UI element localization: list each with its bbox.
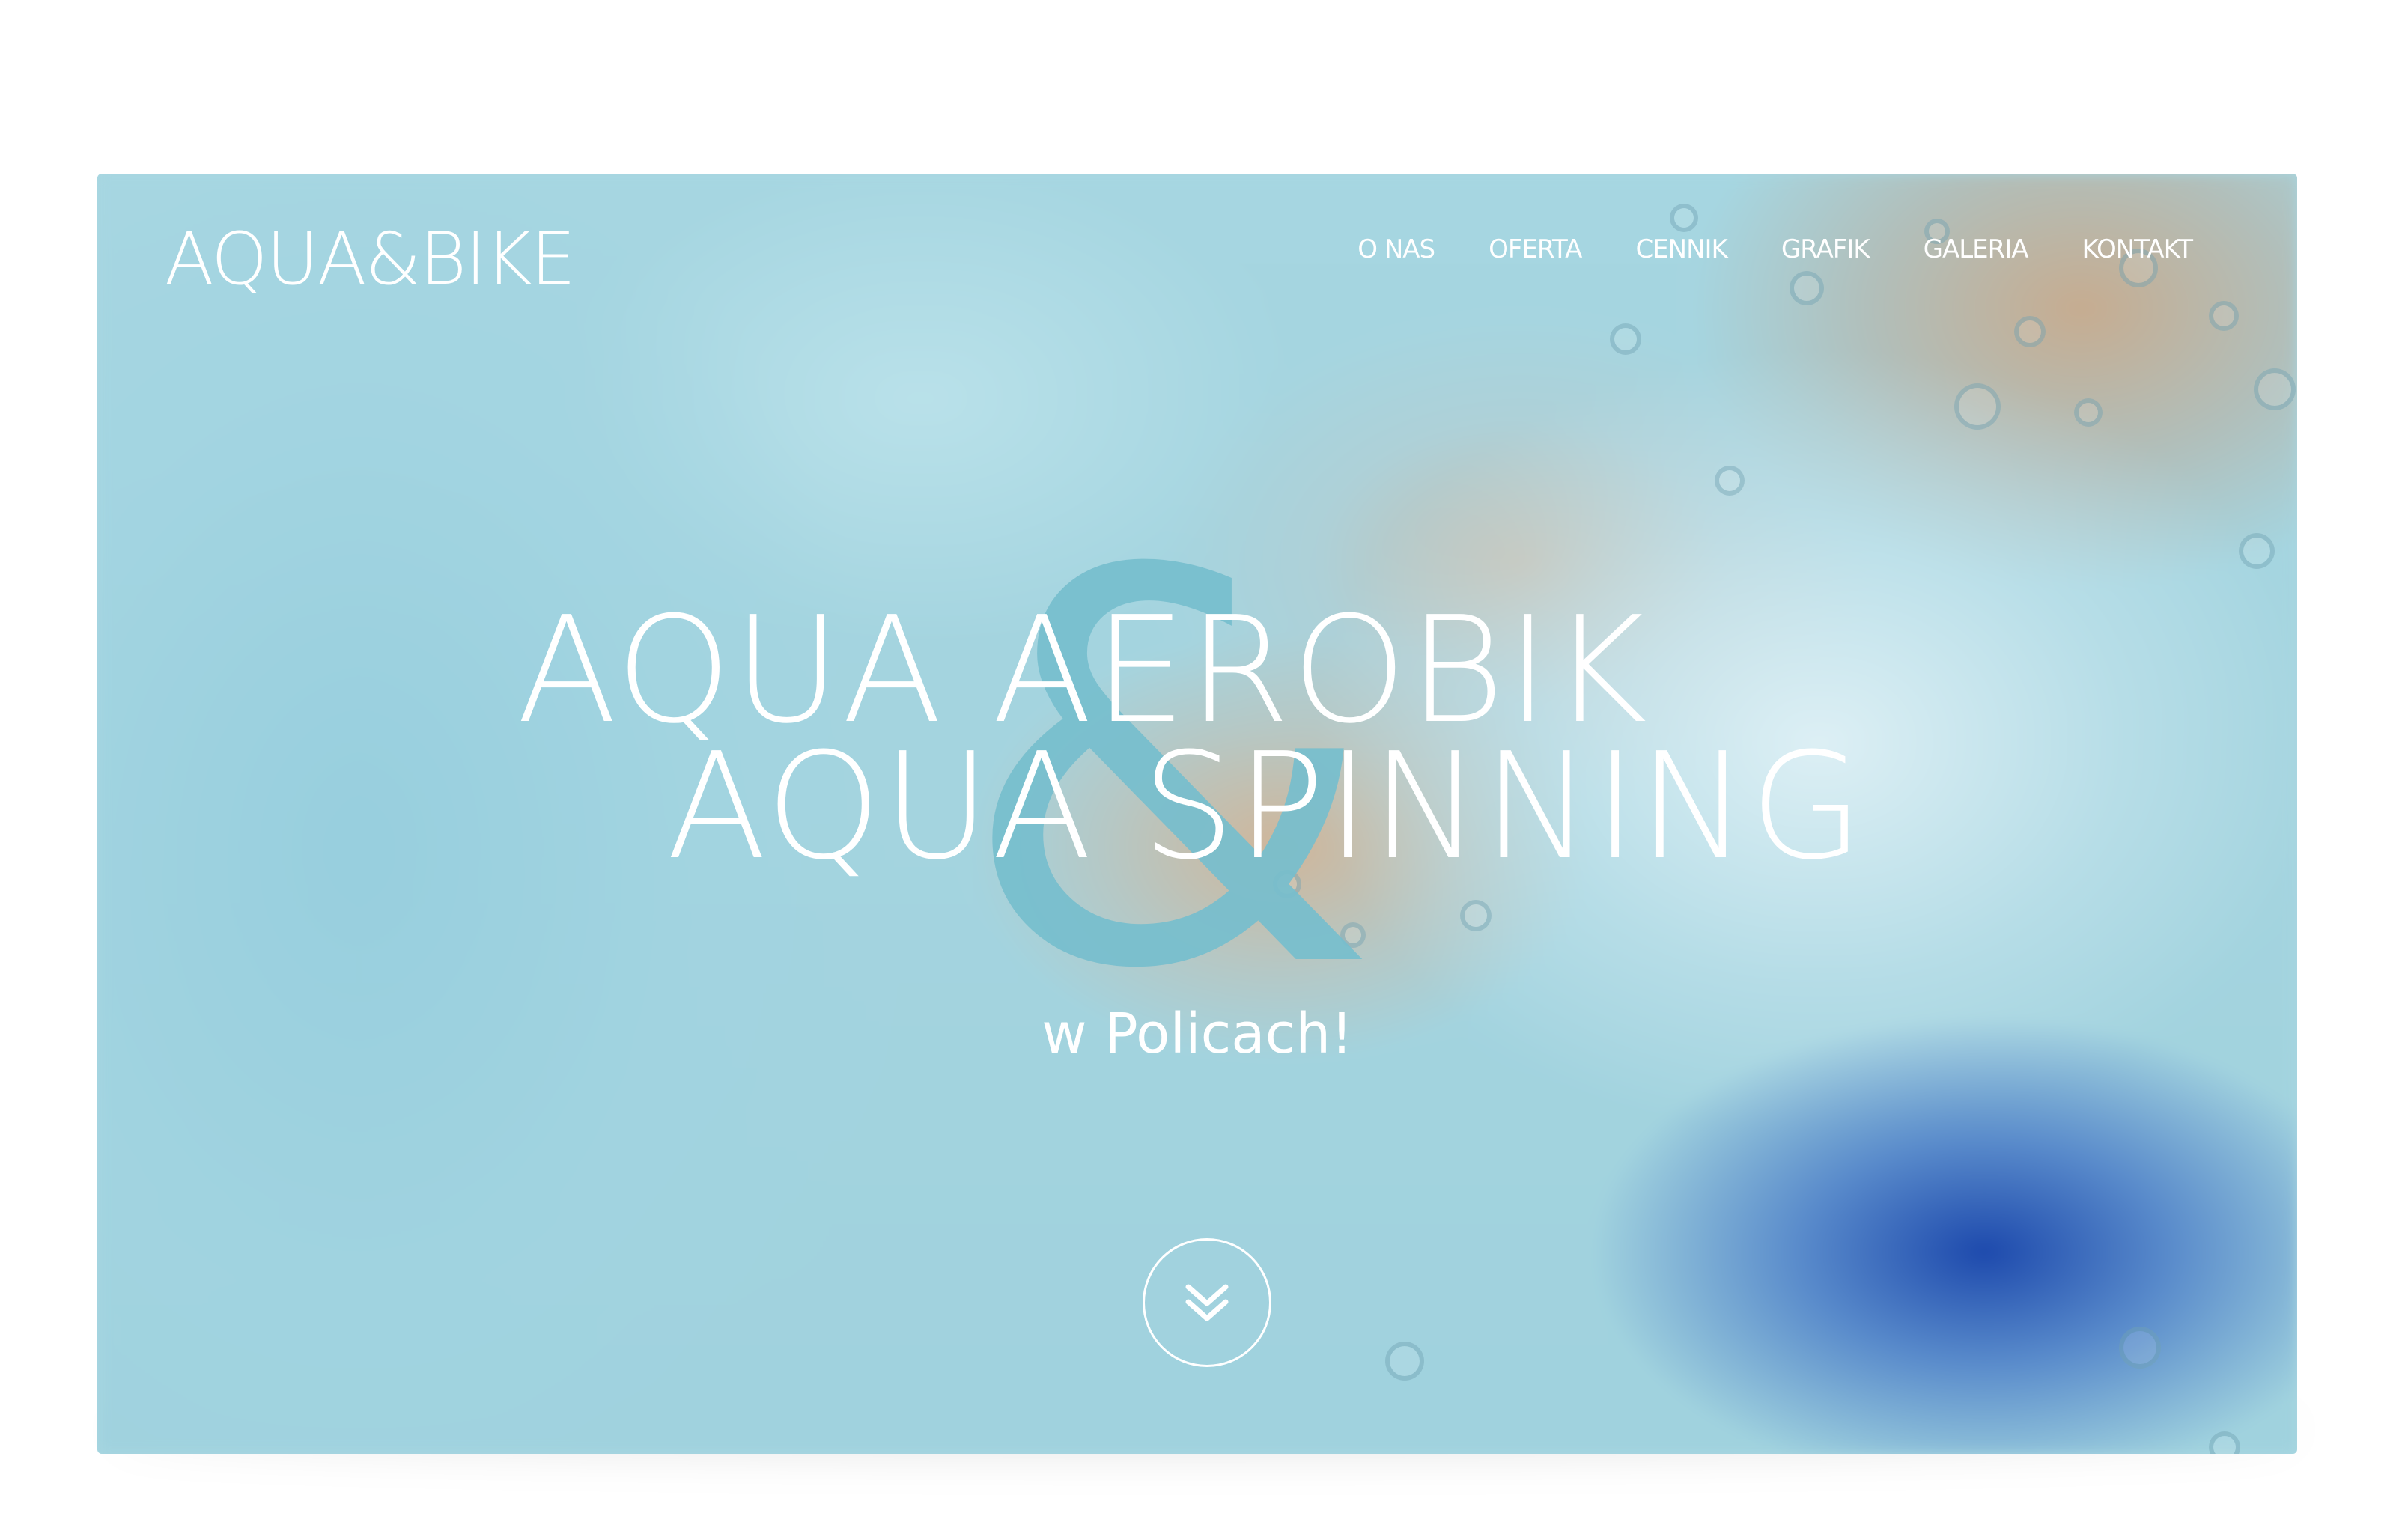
hero-subtitle: w Policach!	[1042, 1002, 1353, 1066]
hero-section: AQUA&BIKE O NAS OFERTA CENNIK GRAFIK GAL…	[97, 174, 2297, 1454]
nav-item-o-nas[interactable]: O NAS	[1357, 237, 1435, 262]
water-bubble	[2254, 368, 2296, 410]
site-logo[interactable]: AQUA&BIKE	[165, 223, 576, 295]
nav-item-grafik[interactable]: GRAFIK	[1781, 237, 1870, 262]
water-bubble	[1715, 466, 1745, 496]
water-bubble	[1954, 383, 2001, 430]
water-bubble	[2014, 316, 2046, 347]
water-bubble	[2209, 301, 2239, 331]
scroll-down-button[interactable]	[1143, 1238, 1271, 1367]
water-bubble	[1670, 204, 1698, 232]
water-bubble	[1460, 900, 1492, 931]
nav-item-kontakt[interactable]: KONTAKT	[2082, 237, 2193, 262]
nav-item-cennik[interactable]: CENNIK	[1635, 237, 1727, 262]
main-nav: O NAS OFERTA CENNIK GRAFIK GALERIA KONTA…	[1357, 237, 2193, 262]
hero-headline-line2: AQUA SPINNING	[666, 722, 1865, 892]
water-bubble	[2074, 398, 2103, 427]
water-bubble	[1790, 271, 1824, 305]
water-bubble	[2119, 1327, 2161, 1369]
nav-item-galeria[interactable]: GALERIA	[1924, 237, 2029, 262]
water-bubble	[1385, 1342, 1424, 1381]
water-bubble	[1610, 323, 1641, 355]
water-bubble	[2239, 533, 2275, 569]
nav-item-oferta[interactable]: OFERTA	[1489, 237, 1582, 262]
double-chevron-down-icon	[1185, 1284, 1229, 1321]
page: AQUA&BIKE O NAS OFERTA CENNIK GRAFIK GAL…	[0, 0, 2408, 1519]
